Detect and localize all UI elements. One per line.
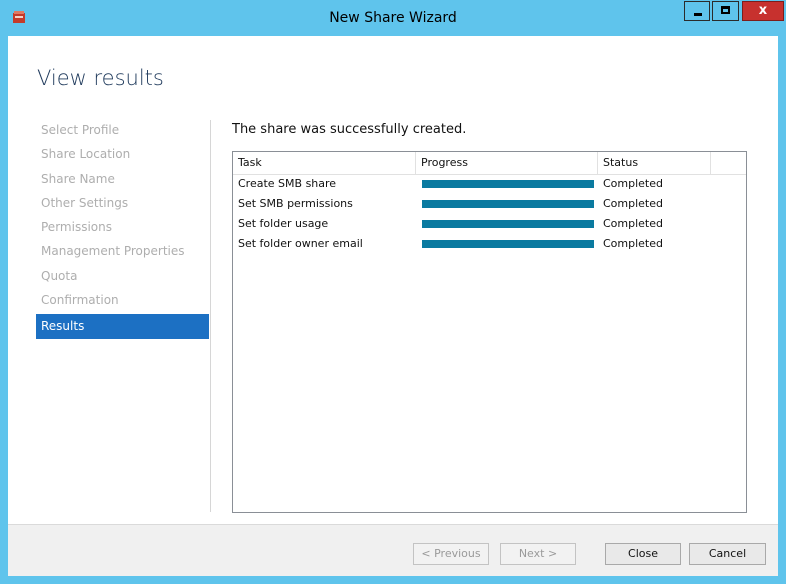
maximize-icon <box>721 6 730 14</box>
wizard-window: New Share Wizard x View results Select P… <box>0 0 786 584</box>
task-status: Completed <box>603 177 663 190</box>
task-name: Create SMB share <box>238 177 337 190</box>
column-header-task[interactable]: Task <box>233 152 416 174</box>
task-list-header: Task Progress Status <box>233 152 746 175</box>
minimize-icon <box>694 13 702 16</box>
step-permissions: Permissions <box>41 220 112 235</box>
title-bar[interactable]: New Share Wizard x <box>0 0 786 36</box>
task-progress-fill <box>422 180 594 188</box>
task-row[interactable]: Set folder owner email Completed <box>233 234 746 254</box>
step-confirmation: Confirmation <box>41 293 119 308</box>
window-close-button[interactable]: x <box>742 1 784 21</box>
cancel-button[interactable]: Cancel <box>689 543 766 565</box>
task-status: Completed <box>603 237 663 250</box>
task-progress-fill <box>422 220 594 228</box>
close-icon: x <box>758 3 768 18</box>
step-results[interactable]: Results <box>36 314 209 340</box>
wizard-content: View results Select Profile Share Locati… <box>8 36 778 576</box>
task-status: Completed <box>603 197 663 210</box>
task-progress-bar <box>422 180 594 188</box>
maximize-button[interactable] <box>712 1 739 21</box>
wizard-footer: < Previous Next > Close Cancel <box>8 524 778 576</box>
task-row[interactable]: Create SMB share Completed <box>233 174 746 194</box>
step-select-profile: Select Profile <box>41 123 120 137</box>
step-other-settings: Other Settings <box>41 195 129 210</box>
previous-button[interactable]: < Previous <box>413 543 489 565</box>
result-message: The share was successfully created. <box>232 122 467 137</box>
task-results-list[interactable]: Task Progress Status Create SMB share Co… <box>232 151 747 513</box>
close-button[interactable]: Close <box>605 543 681 565</box>
page-title: View results <box>37 66 164 90</box>
task-name: Set folder usage <box>238 217 329 230</box>
task-name: Set SMB permissions <box>238 197 353 210</box>
step-quota: Quota <box>41 268 78 283</box>
task-row[interactable]: Set SMB permissions Completed <box>233 194 746 214</box>
sidebar-divider <box>210 120 211 512</box>
step-share-location: Share Location <box>41 147 131 162</box>
task-progress-fill <box>422 200 594 208</box>
step-share-name: Share Name <box>41 171 115 186</box>
step-management-properties: Management Properties <box>41 244 185 259</box>
next-button[interactable]: Next > <box>500 543 576 565</box>
minimize-button[interactable] <box>684 1 710 21</box>
task-progress-bar <box>422 240 594 248</box>
task-row[interactable]: Set folder usage Completed <box>233 214 746 234</box>
column-header-progress[interactable]: Progress <box>416 152 598 174</box>
task-progress-fill <box>422 240 594 248</box>
task-status: Completed <box>603 217 663 230</box>
task-progress-bar <box>422 200 594 208</box>
window-title: New Share Wizard <box>329 10 457 26</box>
wizard-steps-sidebar: Select Profile Share Location Share Name… <box>36 120 209 340</box>
task-name: Set folder owner email <box>238 237 363 250</box>
column-header-status[interactable]: Status <box>598 152 711 174</box>
task-progress-bar <box>422 220 594 228</box>
